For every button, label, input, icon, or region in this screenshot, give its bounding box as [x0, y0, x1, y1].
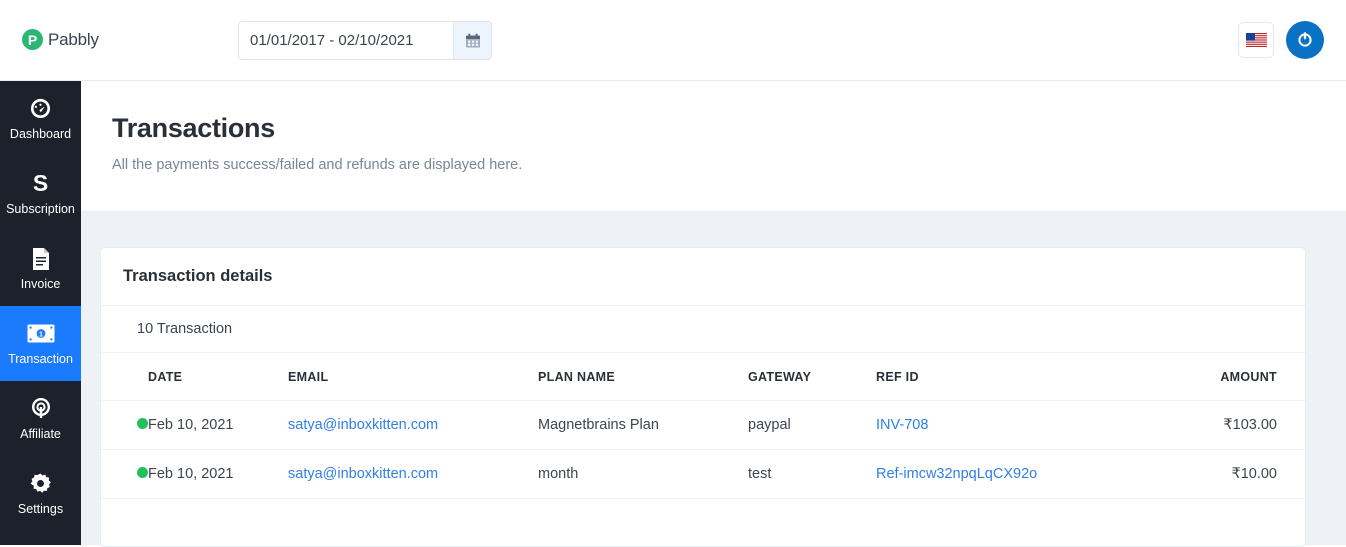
card-title: Transaction details [123, 267, 273, 285]
sidebar-item-label: Subscription [6, 202, 75, 217]
column-status [101, 353, 148, 401]
row-status [101, 449, 148, 499]
cell-date: Feb 10, 2021 [148, 400, 288, 450]
ref-id-link[interactable]: Ref-imcw32npqLqCX92o [876, 466, 1037, 482]
table-row[interactable]: Feb 10, 2021 satya@inboxkitten.com month… [101, 449, 1305, 499]
sidebar-item-dashboard[interactable]: Dashboard [0, 81, 81, 156]
sidebar-item-settings[interactable]: Settings [0, 456, 81, 531]
page-subtitle: All the payments success/failed and refu… [112, 157, 523, 173]
cell-ref-id: Ref-imcw32npqLqCX92o [876, 449, 1136, 499]
sidebar-item-affiliate[interactable]: Affiliate [0, 381, 81, 456]
transaction-details-card: Transaction details 10 Transaction DATE … [100, 247, 1306, 547]
cell-email: satya@inboxkitten.com [288, 400, 538, 450]
email-link[interactable]: satya@inboxkitten.com [288, 466, 438, 482]
transaction-count-row: 10 Transaction [101, 306, 1305, 353]
cell-email: satya@inboxkitten.com [288, 449, 538, 499]
table-body: Feb 10, 2021 satya@inboxkitten.com Magne… [101, 400, 1305, 499]
sidebar-item-label: Transaction [8, 352, 73, 367]
column-plan-name[interactable]: PLAN NAME [538, 353, 748, 401]
cell-amount: ₹103.00 [1136, 400, 1305, 450]
card-header: Transaction details [101, 248, 1305, 306]
status-dot-icon [137, 467, 148, 478]
banknote-icon: 1 [27, 321, 55, 346]
email-link[interactable]: satya@inboxkitten.com [288, 417, 438, 433]
status-dot-icon [137, 418, 148, 429]
calendar-button[interactable] [453, 21, 492, 60]
date-range-picker[interactable] [238, 21, 492, 60]
transaction-count: 10 Transaction [137, 321, 233, 337]
page-header: Transactions All the payments success/fa… [81, 81, 1346, 212]
main-content: Transactions All the payments success/fa… [81, 81, 1346, 547]
language-button[interactable] [1238, 22, 1274, 58]
top-bar: P Pabbly [0, 0, 1346, 81]
cell-plan-name: Magnetbrains Plan [538, 400, 748, 450]
svg-text:1: 1 [39, 332, 43, 339]
cell-date: Feb 10, 2021 [148, 449, 288, 499]
date-range-input[interactable] [238, 21, 453, 60]
column-amount[interactable]: AMOUNT [1136, 353, 1305, 401]
cell-amount: ₹10.00 [1136, 449, 1305, 499]
row-status [101, 400, 148, 450]
transactions-table: DATE EMAIL PLAN NAME GATEWAY REF ID AMOU… [101, 353, 1305, 499]
column-date[interactable]: DATE [148, 353, 288, 401]
sidebar-item-label: Dashboard [9, 127, 72, 142]
s-letter-icon: S [32, 170, 49, 197]
account-button[interactable] [1286, 21, 1324, 59]
document-icon [31, 246, 51, 271]
brand-logo[interactable]: P Pabbly [22, 29, 99, 50]
sidebar-item-label: Invoice [20, 277, 61, 292]
table-row[interactable]: Feb 10, 2021 satya@inboxkitten.com Magne… [101, 400, 1305, 450]
cell-ref-id: INV-708 [876, 400, 1136, 450]
gear-icon [29, 471, 52, 496]
brand-name: Pabbly [48, 29, 99, 49]
column-gateway[interactable]: GATEWAY [748, 353, 876, 401]
table-header: DATE EMAIL PLAN NAME GATEWAY REF ID AMOU… [101, 353, 1305, 401]
power-avatar-icon [1294, 29, 1316, 51]
top-bar-actions [1238, 21, 1324, 59]
us-flag-icon [1245, 33, 1267, 47]
cell-gateway: test [748, 449, 876, 499]
column-ref-id[interactable]: REF ID [876, 353, 1136, 401]
column-email[interactable]: EMAIL [288, 353, 538, 401]
sidebar-item-invoice[interactable]: Invoice [0, 231, 81, 306]
sidebar-item-subscription[interactable]: S Subscription [0, 156, 81, 231]
sidebar-item-label: Settings [17, 502, 64, 517]
cell-plan-name: month [538, 449, 748, 499]
sidebar: Dashboard S Subscription Invoice 1 Trans… [0, 81, 81, 545]
broadcast-icon [29, 396, 53, 421]
table-header-row: DATE EMAIL PLAN NAME GATEWAY REF ID AMOU… [101, 353, 1305, 401]
sidebar-item-transaction[interactable]: 1 Transaction [0, 306, 81, 381]
pabbly-logo-icon: P [22, 29, 43, 50]
ref-id-link[interactable]: INV-708 [876, 417, 928, 433]
logo-mark-letter: P [27, 31, 38, 48]
sidebar-item-label: Affiliate [20, 427, 61, 442]
cell-gateway: paypal [748, 400, 876, 450]
calendar-icon [465, 33, 480, 47]
page-title: Transactions [112, 113, 275, 143]
speedometer-icon [28, 96, 53, 121]
